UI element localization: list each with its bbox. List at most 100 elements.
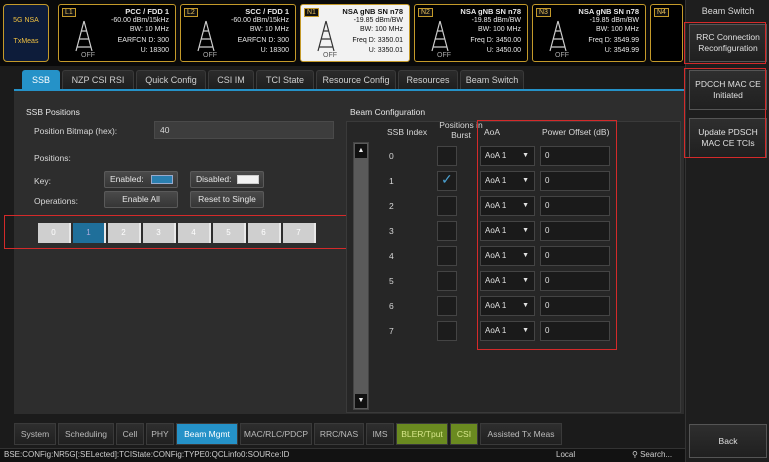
operations-label: Operations: [34, 196, 78, 206]
cell-tag: L1 [62, 8, 76, 17]
reset-to-single-button[interactable]: Reset to Single [190, 191, 264, 208]
enable-all-button[interactable]: Enable All [104, 191, 178, 208]
cell-power: -19.85 dBm/BW [353, 17, 403, 24]
tower-icon [549, 20, 567, 52]
cell-power: -60.00 dBm/15kHz [231, 17, 289, 24]
nav-system[interactable]: System [14, 423, 56, 445]
cell-n3[interactable]: N3 NSA gNB SN n78 -19.85 dBm/BW BW: 100 … [532, 4, 646, 62]
cell-downlink: EARFCN D: 300 [117, 37, 169, 44]
search-placeholder: Search... [640, 450, 673, 459]
tab-resource-config[interactable]: Resource Config [316, 70, 396, 89]
ssb-config-panel: SSB Positions Position Bitmap (hex): 40 … [4, 89, 684, 414]
burst-checkbox[interactable] [437, 246, 457, 266]
tab-nzp-csi-rs[interactable]: NZP CSI RSI [62, 70, 134, 89]
cell-l1[interactable]: L1 PCC / FDD 1 -60.00 dBm/15kHz BW: 10 M… [58, 4, 176, 62]
cell-power: -19.85 dBm/BW [471, 17, 521, 24]
cell-downlink: EARFCN D: 300 [237, 37, 289, 44]
cell-bandwidth: BW: 100 MHz [595, 26, 639, 33]
tab-resources[interactable]: Resources [398, 70, 458, 89]
checkmark-icon: ✓ [441, 171, 453, 187]
highlight-box [684, 22, 766, 64]
ssb-index: 1 [389, 176, 394, 186]
cell-state: OFF [203, 52, 217, 59]
ssb-positions-title: SSB Positions [26, 107, 80, 117]
cell-n2[interactable]: N2 NSA gNB SN n78 -19.85 dBm/BW BW: 100 … [414, 4, 528, 62]
burst-checkbox[interactable] [437, 271, 457, 291]
nav-mac-rlc-pdcp[interactable]: MAC/RLC/PDCP [240, 423, 312, 445]
cell-status-bar: 5G NSA TxMeas L1 PCC / FDD 1 -60.00 dBm/… [0, 0, 685, 66]
enabled-key-label: Enabled: [110, 174, 144, 184]
tab-tci-state[interactable]: TCI State [256, 70, 314, 89]
nav-csi[interactable]: CSI [450, 423, 478, 445]
cell-tag: N4 [654, 8, 669, 17]
scpi-path: BSE:CONFig:NR5G[:SELected]:TCIState:CONF… [4, 450, 290, 459]
burst-checkbox[interactable] [437, 196, 457, 216]
nav-cell[interactable]: Cell [116, 423, 144, 445]
cell-state: OFF [323, 52, 337, 59]
scroll-down-arrow-icon[interactable]: ▼ [355, 394, 367, 408]
cell-title: NSA gNB SN n78 [578, 7, 639, 16]
nsa-mode-label: 5G NSA [13, 17, 39, 24]
cell-power: -60.00 dBm/15kHz [111, 17, 169, 24]
beam-config-table: ▲ ▼ SSB Index Positions in Burst AoA Pow… [346, 120, 681, 413]
bottom-navigation: System Scheduling Cell PHY Beam Mgmt MAC… [14, 423, 684, 445]
burst-checkbox[interactable]: ✓ [437, 171, 457, 191]
cell-n1[interactable]: N1 NSA gNB SN n78 -19.85 dBm/BW BW: 100 … [300, 4, 410, 62]
status-bar: BSE:CONFig:NR5G[:SELected]:TCIState:CONF… [0, 448, 685, 462]
cell-tag: N2 [418, 8, 433, 17]
ssb-index: 5 [389, 276, 394, 286]
cell-uplink: U: 3450.00 [486, 47, 521, 54]
search-field[interactable]: ⚲ Search... [632, 450, 672, 459]
cell-state: OFF [437, 52, 451, 59]
tower-icon [431, 20, 449, 52]
back-button[interactable]: Back [689, 424, 767, 458]
position-bitmap-input[interactable]: 40 [154, 121, 334, 139]
tower-icon [317, 20, 335, 52]
highlight-box [477, 120, 617, 350]
tab-quick-config[interactable]: Quick Config [136, 70, 206, 89]
nav-bler-tput[interactable]: BLER/Tput [396, 423, 448, 445]
disabled-key: Disabled: [190, 171, 264, 188]
cell-tag: N1 [304, 8, 319, 17]
tower-icon [75, 20, 93, 52]
enabled-key: Enabled: [104, 171, 178, 188]
nav-assisted-tx-meas[interactable]: Assisted Tx Meas [480, 423, 562, 445]
nav-scheduling[interactable]: Scheduling [58, 423, 114, 445]
cell-uplink: U: 18300 [260, 47, 289, 54]
highlight-box [4, 215, 358, 249]
cell-l2[interactable]: L2 SCC / FDD 1 -60.00 dBm/15kHz BW: 10 M… [180, 4, 296, 62]
burst-checkbox[interactable] [437, 321, 457, 341]
cell-title: PCC / FDD 1 [125, 7, 169, 16]
cell-downlink: Freq D: 3549.99 [588, 37, 639, 44]
tab-beam-switch[interactable]: Beam Switch [460, 70, 524, 89]
tab-ssb[interactable]: SSB [22, 70, 60, 89]
highlight-box [684, 68, 766, 158]
cell-bandwidth: BW: 100 MHz [477, 26, 521, 33]
tower-icon [197, 20, 215, 52]
panel-title: Beam Switch [701, 6, 755, 16]
burst-checkbox[interactable] [437, 221, 457, 241]
cell-bandwidth: BW: 10 MHz [129, 26, 169, 33]
ssb-index: 2 [389, 201, 394, 211]
cell-state: OFF [555, 52, 569, 59]
beam-config-title: Beam Configuration [350, 107, 426, 117]
burst-checkbox[interactable] [437, 146, 457, 166]
nav-phy[interactable]: PHY [146, 423, 174, 445]
cell-state: OFF [81, 52, 95, 59]
positions-label: Positions: [34, 153, 71, 163]
burst-checkbox[interactable] [437, 296, 457, 316]
cell-tag: N3 [536, 8, 551, 17]
cell-title: SCC / FDD 1 [245, 7, 289, 16]
cell-n4[interactable]: N4 [650, 4, 683, 62]
ssb-index: 7 [389, 326, 394, 336]
cell-title: NSA gNB SN n78 [342, 7, 403, 16]
mode-indicator: Local [556, 450, 576, 459]
nav-beam-mgmt[interactable]: Beam Mgmt [176, 423, 238, 445]
nav-ims[interactable]: IMS [366, 423, 394, 445]
key-label: Key: [34, 176, 52, 186]
nav-rrc-nas[interactable]: RRC/NAS [314, 423, 364, 445]
tab-csi-im[interactable]: CSI IM [208, 70, 254, 89]
disabled-key-label: Disabled: [196, 174, 232, 184]
nsa-mode-indicator[interactable]: 5G NSA TxMeas [3, 4, 49, 62]
config-tabs: SSB NZP CSI RSI Quick Config CSI IM TCI … [14, 68, 684, 90]
